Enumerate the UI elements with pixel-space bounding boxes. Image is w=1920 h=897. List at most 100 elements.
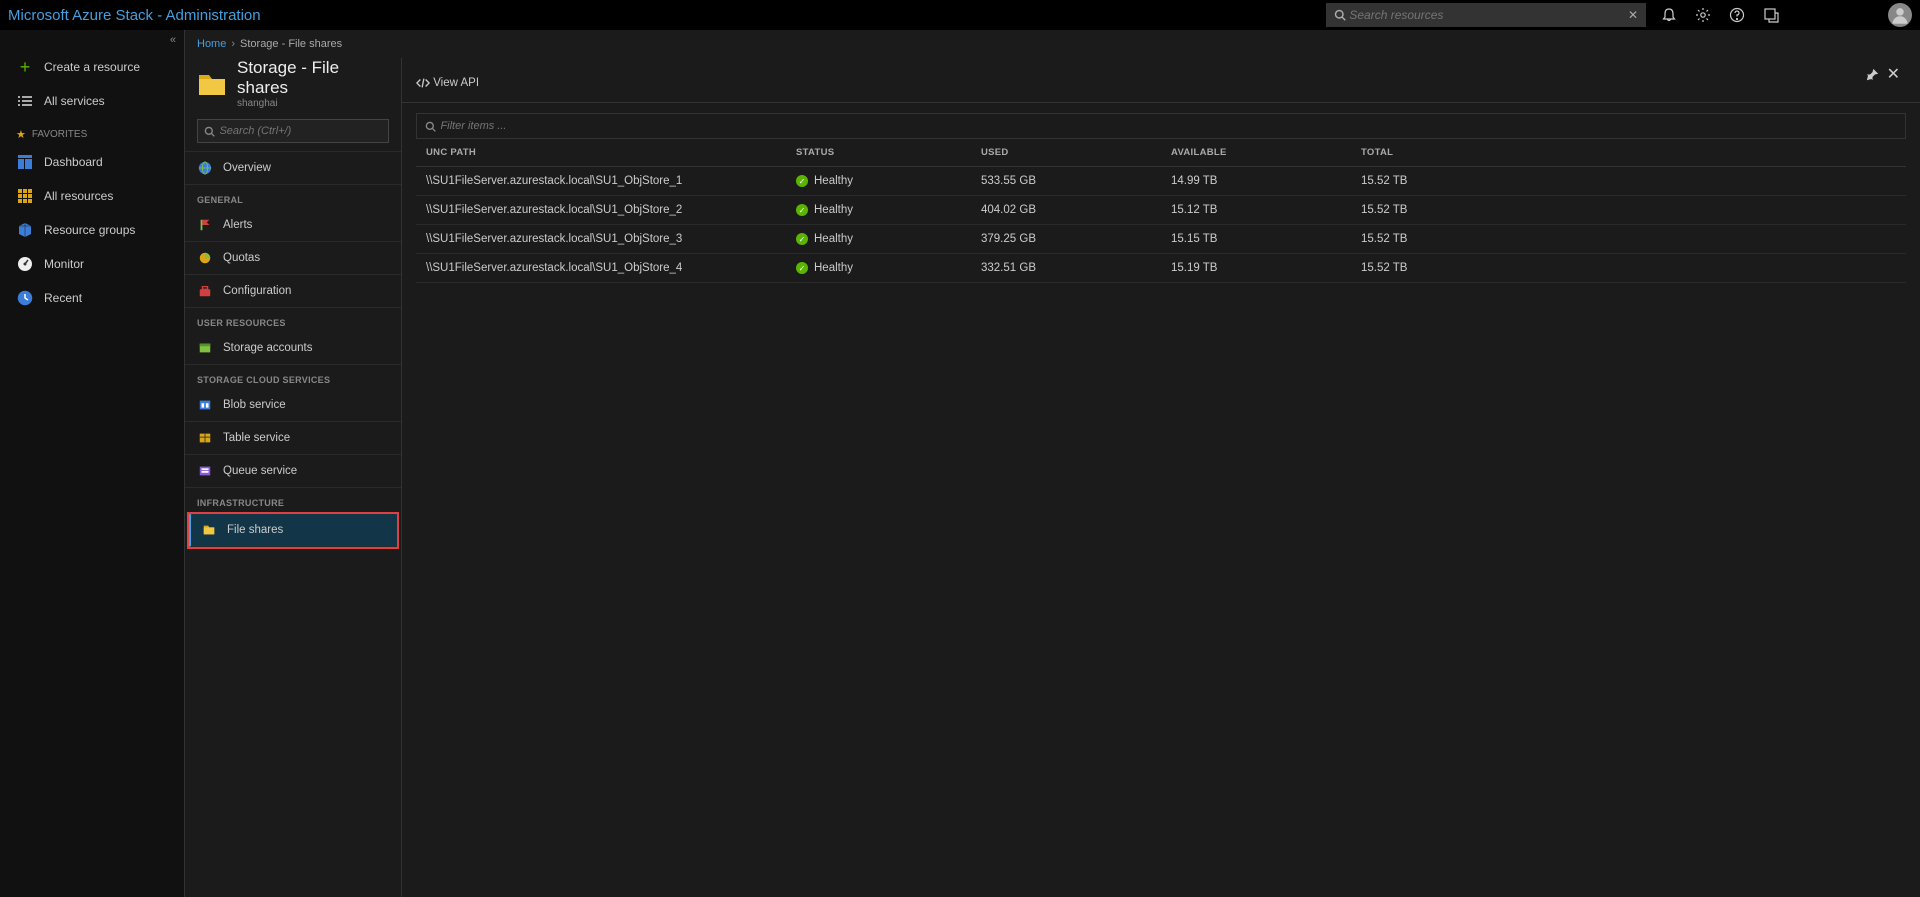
gauge-icon xyxy=(16,255,34,273)
create-resource-label: Create a resource xyxy=(44,60,140,74)
breadcrumb-current: Storage - File shares xyxy=(240,38,342,50)
nav-item-label: Recent xyxy=(44,291,82,305)
healthy-icon: ✓ xyxy=(796,204,808,216)
nav-item-label: All resources xyxy=(44,189,113,203)
toolbox-icon xyxy=(197,283,213,299)
search-icon xyxy=(204,126,215,137)
menu-section-general: GENERAL xyxy=(185,185,401,209)
menu-overview[interactable]: Overview xyxy=(185,151,401,185)
pie-icon xyxy=(197,250,213,266)
table-row[interactable]: \\SU1FileServer.azurestack.local\SU1_Obj… xyxy=(416,225,1906,254)
file-shares-table: UNC PATH STATUS USED AVAILABLE TOTAL \\S… xyxy=(416,139,1906,283)
menu-section-infrastructure: INFRASTRUCTURE xyxy=(185,488,401,512)
menu-item-label: Overview xyxy=(223,162,271,174)
cell-available: 15.12 TB xyxy=(1171,204,1361,216)
feedback-icon[interactable] xyxy=(1754,0,1788,30)
queue-icon xyxy=(197,463,213,479)
col-header-status[interactable]: STATUS xyxy=(796,147,981,158)
col-header-available[interactable]: AVAILABLE xyxy=(1171,147,1361,158)
menu-storage-accounts[interactable]: Storage accounts xyxy=(185,332,401,365)
list-icon xyxy=(16,92,34,110)
resource-menu-search[interactable] xyxy=(197,119,389,143)
menu-queue-service[interactable]: Queue service xyxy=(185,455,401,488)
user-avatar[interactable] xyxy=(1888,3,1912,27)
topbar: Microsoft Azure Stack - Administration ✕ xyxy=(0,0,1920,30)
cell-available: 15.15 TB xyxy=(1171,233,1361,245)
storage-icon xyxy=(197,340,213,356)
portal-title[interactable]: Microsoft Azure Stack - Administration xyxy=(8,7,261,24)
cell-total: 15.52 TB xyxy=(1361,204,1906,216)
global-search-input[interactable] xyxy=(1349,8,1628,22)
cell-unc: \\SU1FileServer.azurestack.local\SU1_Obj… xyxy=(416,204,796,216)
nav-recent[interactable]: Recent xyxy=(0,281,184,315)
healthy-icon: ✓ xyxy=(796,262,808,274)
notifications-icon[interactable] xyxy=(1652,0,1686,30)
view-api-button[interactable]: View API xyxy=(416,76,479,90)
table-row[interactable]: \\SU1FileServer.azurestack.local\SU1_Obj… xyxy=(416,167,1906,196)
filter-box[interactable] xyxy=(416,113,1906,139)
resource-subtitle: shanghai xyxy=(237,98,389,109)
left-navigation: « + Create a resource All services ★FAVO… xyxy=(0,30,185,897)
table-row[interactable]: \\SU1FileServer.azurestack.local\SU1_Obj… xyxy=(416,196,1906,225)
menu-item-label: Table service xyxy=(223,432,290,444)
close-icon[interactable]: ✕ xyxy=(1887,64,1900,84)
menu-file-shares[interactable]: File shares xyxy=(189,514,397,547)
cube-icon xyxy=(16,221,34,239)
cell-used: 332.51 GB xyxy=(981,262,1171,274)
cell-total: 15.52 TB xyxy=(1361,175,1906,187)
menu-section-user-resources: USER RESOURCES xyxy=(185,308,401,332)
search-icon xyxy=(425,121,436,132)
cell-unc: \\SU1FileServer.azurestack.local\SU1_Obj… xyxy=(416,233,796,245)
col-header-unc[interactable]: UNC PATH xyxy=(416,147,796,158)
plus-icon: + xyxy=(16,58,34,76)
menu-quotas[interactable]: Quotas xyxy=(185,242,401,275)
menu-table-service[interactable]: Table service xyxy=(185,422,401,455)
pin-icon[interactable] xyxy=(1866,68,1879,81)
clear-search-icon[interactable]: ✕ xyxy=(1628,8,1638,22)
breadcrumb-home[interactable]: Home xyxy=(197,38,226,50)
clock-icon xyxy=(16,289,34,307)
topbar-actions xyxy=(1652,0,1788,30)
nav-monitor[interactable]: Monitor xyxy=(0,247,184,281)
menu-configuration[interactable]: Configuration xyxy=(185,275,401,308)
cell-status: ✓Healthy xyxy=(796,233,981,245)
folder-icon xyxy=(201,522,217,538)
nav-item-label: Dashboard xyxy=(44,155,103,169)
table-row[interactable]: \\SU1FileServer.azurestack.local\SU1_Obj… xyxy=(416,254,1906,283)
global-search[interactable]: ✕ xyxy=(1326,3,1646,27)
cell-unc: \\SU1FileServer.azurestack.local\SU1_Obj… xyxy=(416,175,796,187)
create-resource-button[interactable]: + Create a resource xyxy=(0,50,184,84)
cell-status: ✓Healthy xyxy=(796,262,981,274)
filter-input[interactable] xyxy=(440,120,1897,132)
resource-menu-search-input[interactable] xyxy=(219,125,382,137)
col-header-used[interactable]: USED xyxy=(981,147,1171,158)
favorites-section-label: ★FAVORITES xyxy=(0,118,184,145)
help-icon[interactable] xyxy=(1720,0,1754,30)
menu-section-storage-cloud: STORAGE CLOUD SERVICES xyxy=(185,365,401,389)
code-icon xyxy=(416,76,430,90)
nav-dashboard[interactable]: Dashboard xyxy=(0,145,184,179)
col-header-total[interactable]: TOTAL xyxy=(1361,147,1906,158)
settings-icon[interactable] xyxy=(1686,0,1720,30)
healthy-icon: ✓ xyxy=(796,175,808,187)
table-header: UNC PATH STATUS USED AVAILABLE TOTAL xyxy=(416,139,1906,167)
cell-available: 15.19 TB xyxy=(1171,262,1361,274)
nav-resource-groups[interactable]: Resource groups xyxy=(0,213,184,247)
cell-used: 379.25 GB xyxy=(981,233,1171,245)
nav-item-label: Monitor xyxy=(44,257,84,271)
breadcrumb: Home›Storage - File shares xyxy=(185,30,1920,58)
menu-alerts[interactable]: Alerts xyxy=(185,209,401,242)
cell-status: ✓Healthy xyxy=(796,175,981,187)
globe-icon xyxy=(197,160,213,176)
nav-all-resources[interactable]: All resources xyxy=(0,179,184,213)
menu-blob-service[interactable]: Blob service xyxy=(185,389,401,422)
toolbar-btn-label: View API xyxy=(433,77,479,89)
collapse-nav-icon[interactable]: « xyxy=(0,30,184,50)
nav-item-label: Resource groups xyxy=(44,223,135,237)
resource-menu-panel: Storage - File shares shanghai Overview … xyxy=(185,58,402,897)
cell-unc: \\SU1FileServer.azurestack.local\SU1_Obj… xyxy=(416,262,796,274)
flag-icon xyxy=(197,217,213,233)
grid-icon xyxy=(16,187,34,205)
cell-total: 15.52 TB xyxy=(1361,262,1906,274)
all-services-button[interactable]: All services xyxy=(0,84,184,118)
